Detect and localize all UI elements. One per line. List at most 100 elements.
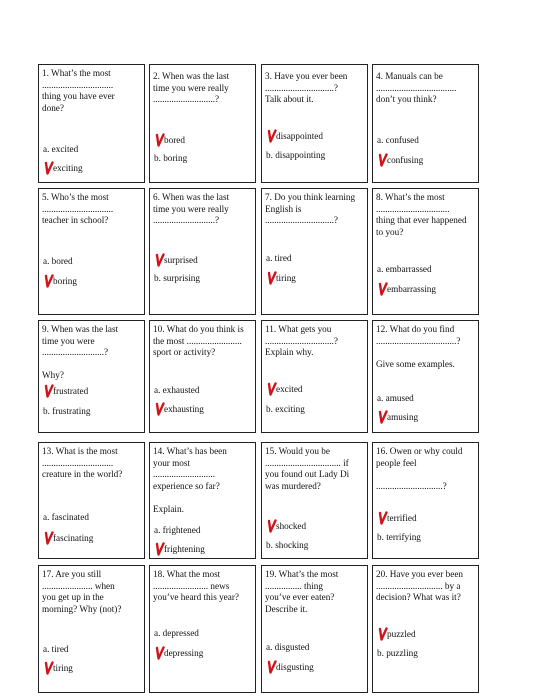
answer-option-a[interactable]: a. bored (43, 256, 73, 268)
question-text: 13. What is the most....................… (42, 446, 141, 481)
question-text: 12. What do you find....................… (376, 324, 475, 370)
option-label: a. embarrassed (377, 264, 432, 274)
question-card-12: 12. What do you find....................… (372, 320, 479, 433)
answer-option-a[interactable]: a. depressed (154, 628, 199, 640)
question-line: Talk about it. (265, 94, 314, 105)
answer-option-a[interactable]: a. fascinated (43, 512, 89, 524)
answer-option-b[interactable]: embarrassing (377, 282, 436, 296)
question-line (153, 492, 252, 504)
question-line: done? (42, 102, 64, 113)
question-text: 14. What’s has been your most............… (153, 446, 252, 516)
question-line: Explain. (153, 503, 184, 514)
answer-option-a[interactable]: shocked (266, 519, 306, 533)
question-line: you’ve ever eaten? (265, 592, 335, 603)
question-line: ................ thing (265, 580, 323, 591)
question-line: ............................... (42, 203, 114, 214)
question-text: 19. What’s the most................ thin… (265, 569, 364, 615)
answer-option-b[interactable]: exhausting (154, 402, 204, 416)
question-line: time you were (42, 335, 95, 346)
question-text: 7. Do you think learning English is......… (265, 192, 364, 227)
question-line: time you were really (153, 203, 229, 214)
answer-option-b[interactable]: boring (43, 274, 77, 288)
question-line: ................................... (376, 82, 457, 93)
question-text: 6. When was the last time you were really… (153, 192, 252, 227)
answer-option-b[interactable]: confusing (377, 153, 423, 167)
answer-option-a[interactable]: frustrated (43, 384, 88, 398)
answer-option-a[interactable]: terrified (377, 511, 417, 525)
answer-option-a[interactable]: puzzled (377, 627, 416, 641)
question-text: 9. When was the last time you were.......… (42, 324, 141, 382)
option-label: a. depressed (154, 628, 199, 638)
answer-option-a[interactable]: a. amused (377, 393, 414, 405)
option-label: b. surprising (154, 273, 200, 283)
question-card-15: 15. Would you be........................… (261, 442, 368, 559)
question-text: 1. What’s the most......................… (42, 68, 141, 114)
question-card-14: 14. What’s has been your most............… (149, 442, 256, 559)
answer-option-a[interactable]: disappointed (266, 129, 323, 143)
question-card-11: 11. What gets you.......................… (261, 320, 368, 433)
option-label: bored (164, 135, 185, 145)
question-card-18: 18. What the most.......................… (149, 565, 256, 693)
question-text: 17. Are you still...................... … (42, 569, 141, 615)
question-line: ..............................? (265, 335, 338, 346)
question-text: 5. Who’s the most.......................… (42, 192, 141, 227)
answer-option-a[interactable]: a. excited (43, 144, 78, 156)
answer-option-a[interactable]: a. frightened (154, 525, 200, 537)
answer-option-b[interactable]: fascinating (43, 531, 93, 545)
question-card-1: 1. What’s the most......................… (38, 64, 145, 183)
answer-option-b[interactable]: b. exciting (266, 404, 305, 416)
check-mark-icon (155, 133, 165, 147)
answer-option-b[interactable]: tiring (266, 271, 296, 285)
answer-option-b[interactable]: b. frustrating (43, 406, 90, 418)
answer-option-a[interactable]: bored (154, 133, 185, 147)
answer-option-b[interactable]: b. boring (154, 153, 187, 165)
answer-option-a[interactable]: a. tired (266, 253, 292, 265)
option-label: b. frustrating (43, 406, 91, 416)
answer-option-a[interactable]: surprised (154, 253, 198, 267)
option-label: excited (276, 384, 303, 394)
check-mark-icon (44, 274, 54, 288)
check-mark-icon (267, 660, 277, 674)
answer-option-b[interactable]: b. disappointing (266, 150, 325, 162)
option-label: a. amused (377, 393, 414, 403)
check-mark-icon (44, 161, 54, 175)
check-mark-icon (267, 382, 277, 396)
check-mark-icon (378, 410, 388, 424)
question-line: ............................... (42, 79, 114, 90)
answer-option-b[interactable]: b. puzzling (377, 648, 418, 660)
answer-option-b[interactable]: b. surprising (154, 273, 200, 285)
answer-option-b[interactable]: depressing (154, 646, 203, 660)
answer-option-b[interactable]: frightening (154, 542, 205, 556)
question-text: 8. What’s the most......................… (376, 192, 475, 238)
question-line: thing you have ever (42, 91, 115, 102)
answer-option-a[interactable]: a. disgusted (266, 642, 309, 654)
answer-option-b[interactable]: amusing (377, 410, 418, 424)
check-mark-icon (44, 384, 54, 398)
answer-option-b[interactable]: b. shocking (266, 540, 308, 552)
question-line: ...........................? (153, 94, 220, 105)
option-label: b. exciting (266, 404, 305, 414)
question-line: 17. Are you still (42, 569, 102, 579)
answer-option-b[interactable]: disgusting (266, 660, 314, 674)
option-label: a. frightened (154, 525, 201, 535)
answer-option-b[interactable]: tiring (43, 661, 73, 675)
question-line: ................................ (376, 203, 450, 214)
question-card-6: 6. When was the last time you were really… (149, 188, 256, 315)
answer-option-a[interactable]: a. tired (43, 644, 69, 656)
answer-option-a[interactable]: excited (266, 382, 303, 396)
answer-option-b[interactable]: b. terrifying (377, 532, 421, 544)
option-label: a. excited (43, 144, 79, 154)
answer-option-a[interactable]: a. confused (377, 135, 419, 147)
question-line: 16. Owen or why could (376, 446, 463, 456)
option-label: b. shocking (266, 540, 309, 550)
check-mark-icon (44, 661, 54, 675)
answer-option-a[interactable]: a. exhausted (154, 385, 199, 397)
check-mark-icon (267, 519, 277, 533)
question-card-2: 2. When was the last time you were really… (149, 64, 256, 183)
check-mark-icon (378, 511, 388, 525)
answer-option-b[interactable]: exciting (43, 161, 83, 175)
question-line: ...................... when (42, 580, 115, 591)
question-line: don’t you think? (376, 94, 437, 105)
option-label: exciting (53, 163, 83, 173)
answer-option-a[interactable]: a. embarrassed (377, 264, 432, 276)
